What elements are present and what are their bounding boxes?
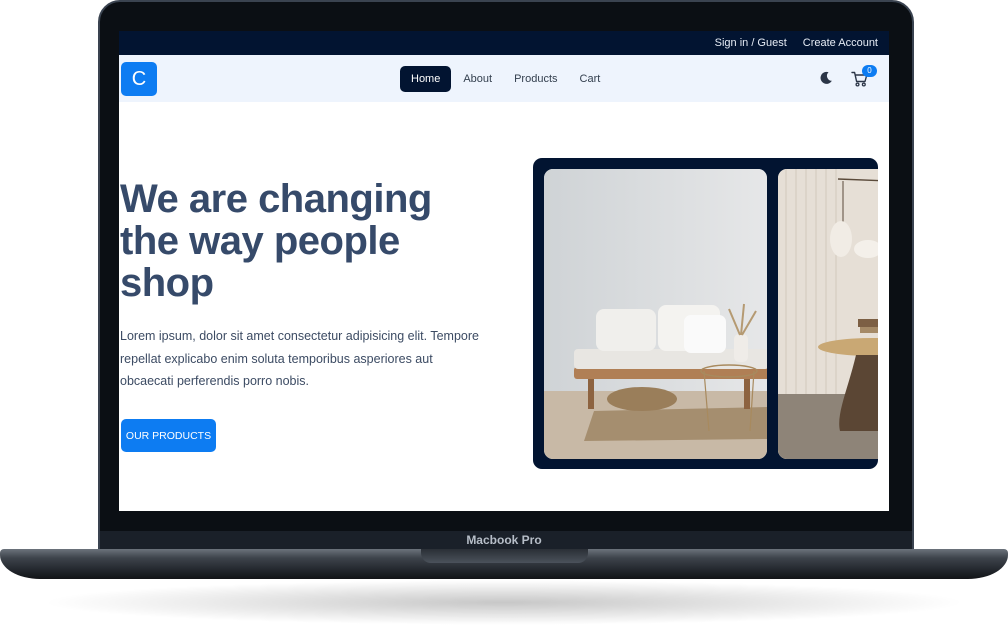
- cart-count-badge: 0: [862, 65, 877, 77]
- nav-home[interactable]: Home: [400, 66, 452, 92]
- nav-products[interactable]: Products: [504, 67, 567, 91]
- screen: Sign in / Guest Create Account C Home Ab…: [119, 31, 889, 511]
- top-bar: Sign in / Guest Create Account: [119, 31, 889, 55]
- create-account-link[interactable]: Create Account: [803, 37, 878, 49]
- nav-about[interactable]: About: [453, 67, 502, 91]
- image-carousel[interactable]: [533, 158, 878, 469]
- carousel-slide-sofa: [544, 169, 767, 459]
- laptop-frame: Macbook Pro Sign in / Guest Create Accou…: [0, 0, 1008, 635]
- hero-title: We are changing the way people shop: [120, 177, 432, 305]
- laptop-shadow: [40, 580, 968, 625]
- moon-icon[interactable]: [819, 71, 833, 85]
- hero-description: Lorem ipsum, dolor sit amet consectetur …: [120, 329, 479, 388]
- carousel-slide-table: [778, 169, 878, 459]
- logo[interactable]: C: [121, 62, 157, 96]
- signin-link[interactable]: Sign in / Guest: [715, 37, 787, 49]
- navbar: C Home About Products Cart 0: [119, 55, 889, 102]
- nav-cart[interactable]: Cart: [570, 67, 611, 91]
- table-room-image: [778, 169, 878, 459]
- our-products-button[interactable]: OUR PRODUCTS: [121, 419, 216, 452]
- nav-links: Home About Products Cart: [400, 66, 612, 92]
- device-label: Macbook Pro: [466, 533, 542, 547]
- sofa-room-image: [544, 169, 767, 459]
- laptop-notch: [421, 549, 588, 563]
